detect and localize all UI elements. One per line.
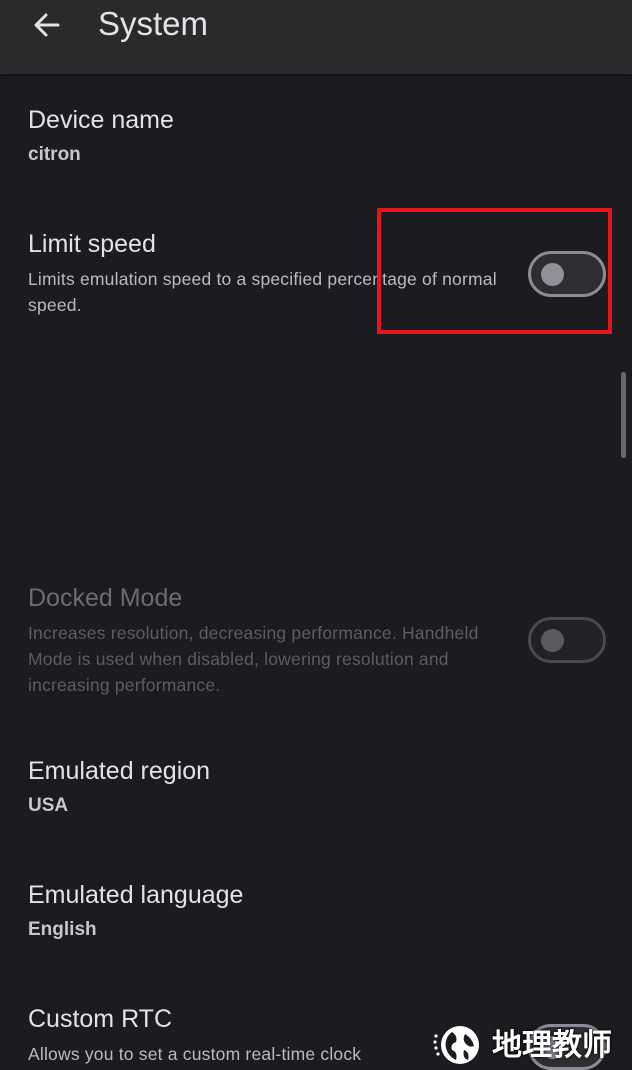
setting-custom-rtc[interactable]: Custom RTC Allows you to set a custom re… xyxy=(28,1003,498,1067)
watermark-text: 地理教师 xyxy=(492,1028,612,1063)
setting-title: Device name xyxy=(28,106,174,134)
setting-title: Emulated language xyxy=(28,881,244,909)
toggle-thumb xyxy=(541,629,564,652)
setting-device-name[interactable]: Device name citron xyxy=(28,104,498,168)
globe-icon xyxy=(433,1026,479,1064)
setting-title: Docked Mode xyxy=(28,584,183,612)
setting-value: USA xyxy=(28,795,69,816)
setting-value: citron xyxy=(28,144,81,165)
arrow-back-icon[interactable] xyxy=(30,8,64,42)
setting-description: Increases resolution, decreasing perform… xyxy=(28,623,479,695)
setting-description: Allows you to set a custom real-time clo… xyxy=(28,1044,362,1064)
highlight-annotation-box xyxy=(377,208,612,334)
setting-emulated-language[interactable]: Emulated language English xyxy=(28,879,498,943)
setting-emulated-region[interactable]: Emulated region USA xyxy=(28,755,498,819)
scrollbar[interactable] xyxy=(621,372,626,458)
setting-title: Emulated region xyxy=(28,757,211,785)
setting-value: English xyxy=(28,919,97,940)
page-title: System xyxy=(98,5,209,42)
watermark: 地理教师 xyxy=(432,1022,628,1066)
docked-mode-toggle xyxy=(528,617,606,663)
top-app-bar: System xyxy=(0,0,632,74)
setting-title: Custom RTC xyxy=(28,1005,173,1033)
setting-docked-mode: Docked Mode Increases resolution, decrea… xyxy=(28,582,498,698)
